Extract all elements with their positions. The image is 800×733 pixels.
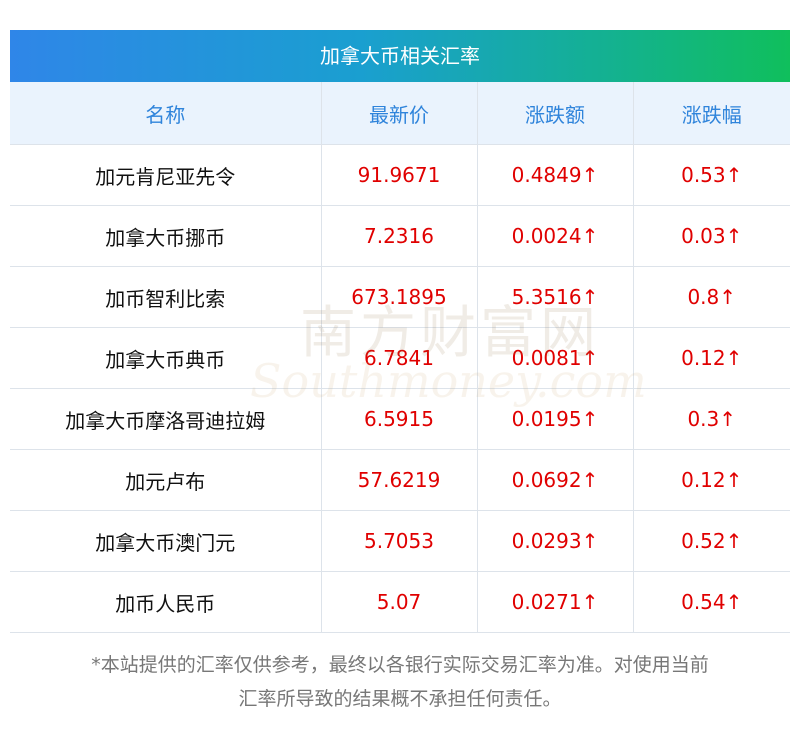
change-amount: 0.0081↑ bbox=[477, 327, 634, 389]
table-row[interactable]: 加币智利比索 673.1895 5.3516↑ 0.8↑ bbox=[10, 266, 790, 328]
table-row[interactable]: 加币人民币 5.07 0.0271↑ 0.54↑ bbox=[10, 571, 790, 633]
currency-name: 加元肯尼亚先令 bbox=[10, 144, 322, 206]
latest-price: 57.6219 bbox=[321, 449, 478, 511]
change-amount: 5.3516↑ bbox=[477, 266, 634, 328]
change-percent: 0.03↑ bbox=[633, 205, 790, 267]
change-percent: 0.12↑ bbox=[633, 449, 790, 511]
table-header-row: 名称 最新价 涨跌额 涨跌幅 bbox=[10, 82, 790, 145]
change-percent: 0.12↑ bbox=[633, 327, 790, 389]
currency-name: 加拿大币挪币 bbox=[10, 205, 322, 267]
currency-name: 加元卢布 bbox=[10, 449, 322, 511]
latest-price: 7.2316 bbox=[321, 205, 478, 267]
rate-card: 加拿大币相关汇率 名称 最新价 涨跌额 涨跌幅 加元肯尼亚先令 91.9671 … bbox=[10, 30, 790, 633]
table-row[interactable]: 加拿大币挪币 7.2316 0.0024↑ 0.03↑ bbox=[10, 205, 790, 267]
currency-name: 加拿大币摩洛哥迪拉姆 bbox=[10, 388, 322, 450]
currency-name: 加拿大币典币 bbox=[10, 327, 322, 389]
latest-price: 91.9671 bbox=[321, 144, 478, 206]
change-amount: 0.0293↑ bbox=[477, 510, 634, 572]
change-amount: 0.0195↑ bbox=[477, 388, 634, 450]
disclaimer-note: *本站提供的汇率仅供参考，最终以各银行实际交易汇率为准。对使用当前 汇率所导致的… bbox=[10, 648, 790, 716]
change-percent: 0.3↑ bbox=[633, 388, 790, 450]
change-amount: 0.0024↑ bbox=[477, 205, 634, 267]
change-amount: 0.0692↑ bbox=[477, 449, 634, 511]
latest-price: 6.7841 bbox=[321, 327, 478, 389]
currency-name: 加币人民币 bbox=[10, 571, 322, 633]
col-header-pct: 涨跌幅 bbox=[633, 82, 790, 145]
col-header-price: 最新价 bbox=[321, 82, 478, 145]
latest-price: 5.07 bbox=[321, 571, 478, 633]
card-title: 加拿大币相关汇率 bbox=[10, 30, 790, 82]
change-amount: 0.4849↑ bbox=[477, 144, 634, 206]
change-percent: 0.52↑ bbox=[633, 510, 790, 572]
col-header-change: 涨跌额 bbox=[477, 82, 634, 145]
disclaimer-line-1: *本站提供的汇率仅供参考，最终以各银行实际交易汇率为准。对使用当前 bbox=[91, 654, 709, 676]
disclaimer-line-2: 汇率所导致的结果概不承担任何责任。 bbox=[238, 688, 562, 710]
latest-price: 5.7053 bbox=[321, 510, 478, 572]
change-percent: 0.8↑ bbox=[633, 266, 790, 328]
change-percent: 0.54↑ bbox=[633, 571, 790, 633]
table-row[interactable]: 加元肯尼亚先令 91.9671 0.4849↑ 0.53↑ bbox=[10, 144, 790, 206]
rate-table: 名称 最新价 涨跌额 涨跌幅 加元肯尼亚先令 91.9671 0.4849↑ 0… bbox=[10, 82, 790, 633]
latest-price: 673.1895 bbox=[321, 266, 478, 328]
change-amount: 0.0271↑ bbox=[477, 571, 634, 633]
currency-name: 加拿大币澳门元 bbox=[10, 510, 322, 572]
change-percent: 0.53↑ bbox=[633, 144, 790, 206]
latest-price: 6.5915 bbox=[321, 388, 478, 450]
table-row[interactable]: 加元卢布 57.6219 0.0692↑ 0.12↑ bbox=[10, 449, 790, 511]
col-header-name: 名称 bbox=[10, 82, 322, 145]
table-row[interactable]: 加拿大币摩洛哥迪拉姆 6.5915 0.0195↑ 0.3↑ bbox=[10, 388, 790, 450]
currency-name: 加币智利比索 bbox=[10, 266, 322, 328]
table-row[interactable]: 加拿大币典币 6.7841 0.0081↑ 0.12↑ bbox=[10, 327, 790, 389]
table-row[interactable]: 加拿大币澳门元 5.7053 0.0293↑ 0.52↑ bbox=[10, 510, 790, 572]
